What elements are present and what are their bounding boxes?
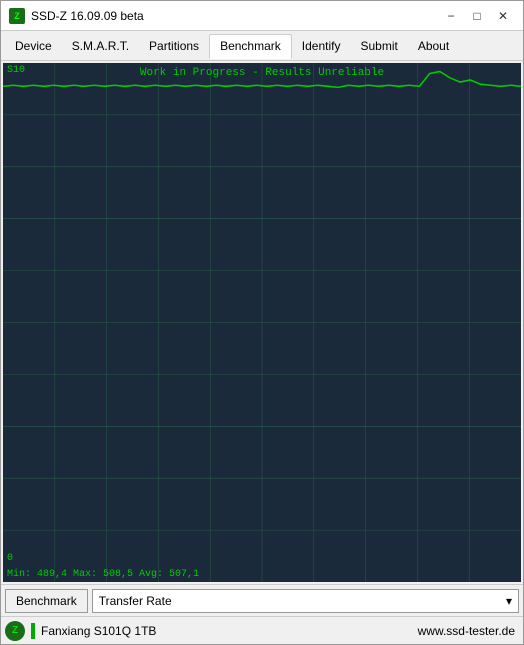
drive-name: Fanxiang S101Q 1TB <box>41 624 418 638</box>
dropdown-value: Transfer Rate <box>99 594 172 608</box>
menu-identify[interactable]: Identify <box>292 35 351 57</box>
chart-svg <box>3 63 521 582</box>
benchmark-chart: Work in Progress - Results Unreliable S1… <box>3 63 521 582</box>
bottom-bar: Benchmark Transfer Rate ▾ <box>1 584 523 616</box>
minimize-button[interactable]: − <box>439 6 463 26</box>
chart-y-axis-bottom: 0 <box>7 553 13 564</box>
menu-bar: Device S.M.A.R.T. Partitions Benchmark I… <box>1 31 523 61</box>
window-controls: − □ ✕ <box>439 6 515 26</box>
menu-submit[interactable]: Submit <box>350 35 407 57</box>
chevron-down-icon: ▾ <box>506 594 512 608</box>
app-icon: Z <box>9 8 25 24</box>
menu-device[interactable]: Device <box>5 35 62 57</box>
window-title: SSD-Z 16.09.09 beta <box>31 9 439 23</box>
benchmark-button[interactable]: Benchmark <box>5 589 88 613</box>
title-bar: Z SSD-Z 16.09.09 beta − □ ✕ <box>1 1 523 31</box>
chart-stats: Min: 489,4 Max: 508,5 Avg: 507,1 <box>7 569 517 580</box>
status-app-icon: Z <box>5 621 25 641</box>
website-url: www.ssd-tester.de <box>418 624 515 638</box>
drive-indicator <box>31 623 35 639</box>
menu-partitions[interactable]: Partitions <box>139 35 209 57</box>
close-button[interactable]: ✕ <box>491 6 515 26</box>
menu-about[interactable]: About <box>408 35 459 57</box>
chart-title: Work in Progress - Results Unreliable <box>3 67 521 79</box>
status-bar: Z Fanxiang S101Q 1TB www.ssd-tester.de <box>1 616 523 644</box>
transfer-rate-dropdown[interactable]: Transfer Rate ▾ <box>92 589 519 613</box>
menu-smart[interactable]: S.M.A.R.T. <box>62 35 139 57</box>
maximize-button[interactable]: □ <box>465 6 489 26</box>
chart-y-axis-top: S10 <box>7 65 25 76</box>
main-window: Z SSD-Z 16.09.09 beta − □ ✕ Device S.M.A… <box>0 0 524 645</box>
menu-benchmark[interactable]: Benchmark <box>209 34 292 59</box>
